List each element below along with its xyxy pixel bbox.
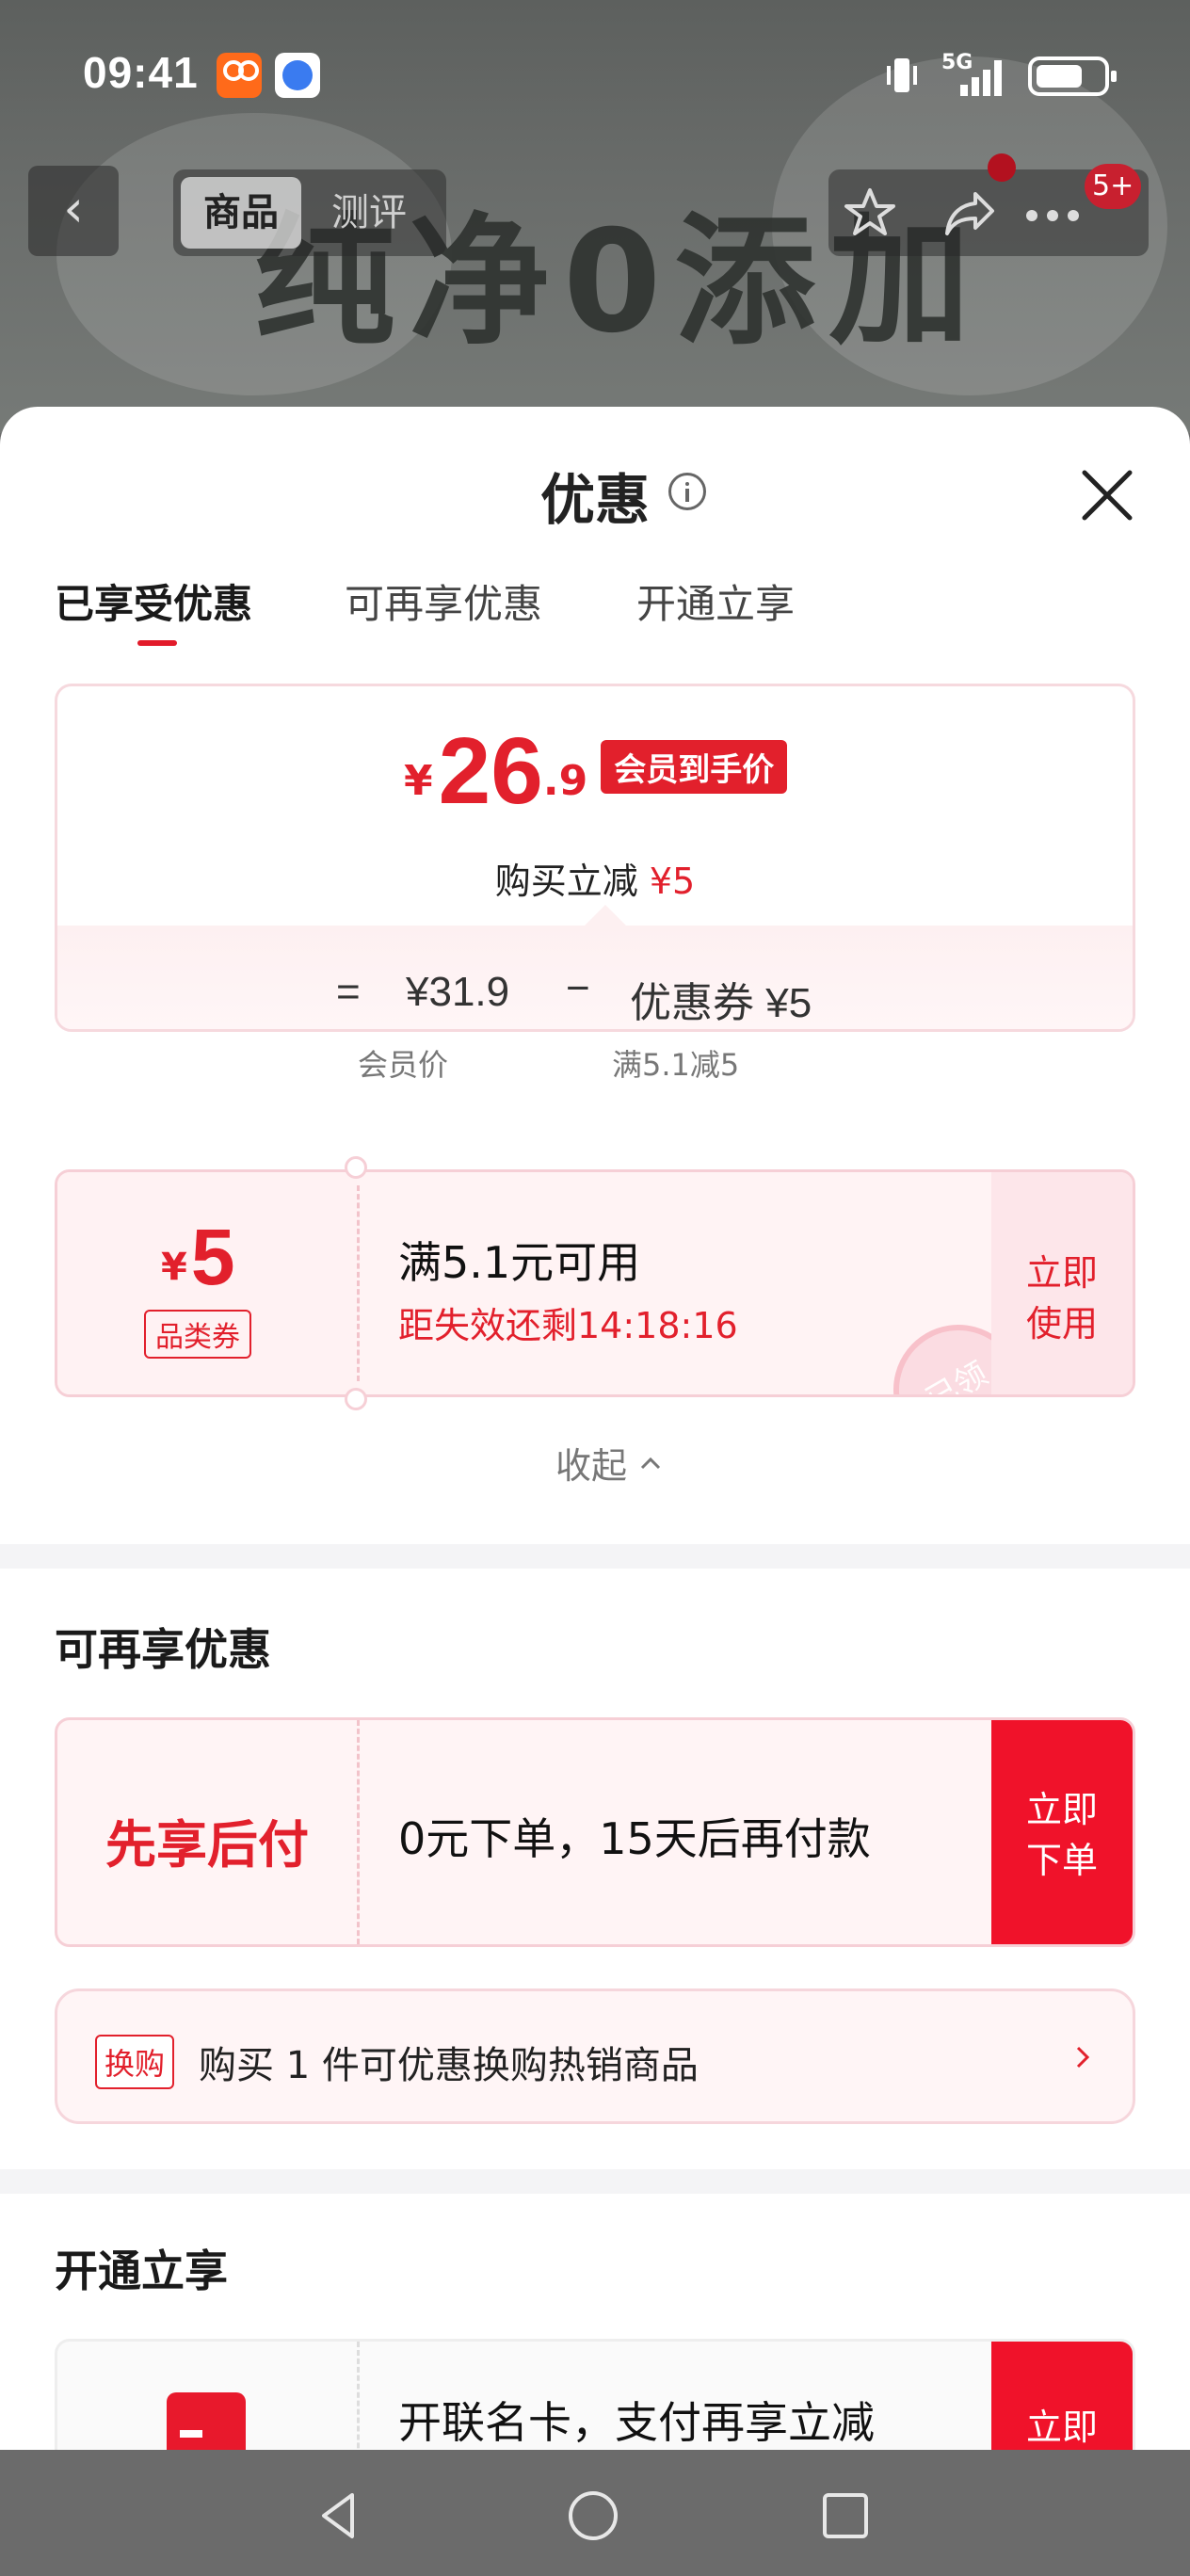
price-integer: 26 (438, 718, 543, 824)
reduce-value: ¥5 (649, 861, 696, 902)
order-now-button[interactable]: 立即 下单 (991, 1720, 1133, 1944)
status-bar: 09:41 5G (0, 0, 1190, 151)
favorite-star-icon[interactable] (844, 186, 896, 239)
tab-more-discounts[interactable]: 可再享优惠 (345, 572, 542, 630)
price-summary-card: ¥ 26 .9 会员到手价 购买立减 ¥5 = ¥31.9 − 优惠券 ¥5 (55, 684, 1135, 1032)
offer-divider (357, 2342, 360, 2450)
coupon-notch-top (345, 1156, 367, 1179)
section-title-open: 开通立享 (55, 2246, 228, 2296)
coupon-divider (357, 1185, 360, 1381)
chevron-right-icon (1076, 2046, 1090, 2069)
swap-tag: 换购 (95, 2035, 175, 2089)
section-title-more: 可再享优惠 (55, 1624, 271, 1675)
category-coupon-card: ¥ 5 品类券 满5.1元可用 距失效还剩14:18:16 已领 立即 使用 (55, 1156, 1135, 1410)
kuaishou-app-icon (217, 53, 262, 98)
pay-later-card[interactable]: 先享后付 0元下单，15天后再付款 立即 下单 (55, 1717, 1135, 1947)
pointer-triangle (585, 905, 626, 926)
price-breakdown-area (57, 926, 1133, 1029)
price-decimal: .9 (542, 757, 588, 805)
pay-later-desc: 0元下单，15天后再付款 (398, 1813, 871, 1864)
pay-later-label: 先享后付 (105, 1815, 309, 1875)
coupon-type-badge: 品类券 (144, 1310, 251, 1359)
message-badge: 5+ (1085, 164, 1142, 209)
back-button[interactable]: ‹ (28, 166, 119, 256)
member-price-label: 会员价 (358, 1047, 449, 1083)
status-time: 09:41 (83, 48, 199, 97)
vibrate-icon (887, 58, 917, 92)
member-price-tag: 会员到手价 (601, 740, 788, 794)
sheet-title: 优惠 (539, 468, 650, 532)
tab-review[interactable]: 测评 (331, 177, 435, 249)
browser-app-icon (275, 53, 320, 98)
coupon-value: 5 (190, 1213, 235, 1301)
product-nav-row: ‹ 商品 测评 (0, 166, 1190, 260)
notification-dot (988, 153, 1016, 182)
tab-enjoyed[interactable]: 已享受优惠 (55, 572, 252, 630)
formula-minus: − (566, 965, 590, 1011)
section-separator (0, 2169, 1190, 2194)
swap-purchase-row[interactable]: 换购 购买 1 件可优惠换购热销商品 (55, 1988, 1135, 2124)
open-now-button[interactable]: 立即 (991, 2342, 1133, 2450)
coupon-notch-bottom (345, 1388, 367, 1410)
reduce-line: 购买立减 ¥5 (57, 852, 1133, 904)
active-tab-indicator (137, 640, 177, 646)
nav-recent-icon[interactable] (817, 2487, 874, 2544)
coupon-currency: ¥ (161, 1246, 187, 1289)
nav-back-icon[interactable] (311, 2487, 367, 2544)
battery-icon (1028, 56, 1117, 96)
formula-member-price: ¥31.9 (406, 969, 510, 1015)
reduce-prefix: 购买立减 (494, 861, 638, 902)
collapse-toggle[interactable]: 收起 (555, 1437, 663, 1489)
collapse-label: 收起 (555, 1445, 628, 1487)
more-icon[interactable] (1026, 207, 1092, 221)
credit-card-icon (167, 2392, 246, 2450)
currency-symbol: ¥ (404, 757, 433, 805)
formula-coupon: 优惠券 ¥5 (630, 980, 812, 1026)
use-now-button[interactable]: 立即 使用 (991, 1248, 1133, 1349)
signal-icon (960, 60, 1002, 96)
final-price: ¥ 26 .9 会员到手价 (404, 715, 788, 824)
info-icon[interactable] (668, 473, 706, 510)
pay-later-divider (357, 1720, 360, 1944)
section-separator (0, 1544, 1190, 1569)
share-icon[interactable] (941, 185, 998, 241)
close-icon[interactable] (1073, 461, 1141, 529)
cobrand-card-text: 开联名卡，支付再享立减 (398, 2397, 875, 2448)
coupon-countdown: 距失效还剩14:18:16 (398, 1305, 738, 1346)
system-nav-bar (0, 2450, 1190, 2576)
coupon-amount: ¥ 5 (161, 1217, 235, 1296)
chevron-up-icon (640, 1457, 661, 1469)
discount-sheet: 优惠 已享受优惠 可再享优惠 开通立享 ¥ 26 .9 会员到手价 购买立减 ¥… (0, 407, 1190, 2450)
coupon-condition: 满5.1元可用 (398, 1237, 641, 1288)
coupon-frame: ¥ 5 品类券 满5.1元可用 距失效还剩14:18:16 已领 立即 使用 (55, 1169, 1135, 1397)
coupon-condition-label: 满5.1减5 (612, 1047, 740, 1083)
tab-goods[interactable]: 商品 (181, 177, 301, 249)
formula-equals: = (336, 969, 361, 1015)
tab-open-enjoy[interactable]: 开通立享 (636, 572, 795, 630)
nav-home-icon[interactable] (565, 2487, 621, 2544)
swap-text: 购买 1 件可优惠换购热销商品 (199, 2044, 699, 2087)
cobrand-card-offer[interactable]: 开联名卡，支付再享立减 立即 (55, 2339, 1135, 2450)
